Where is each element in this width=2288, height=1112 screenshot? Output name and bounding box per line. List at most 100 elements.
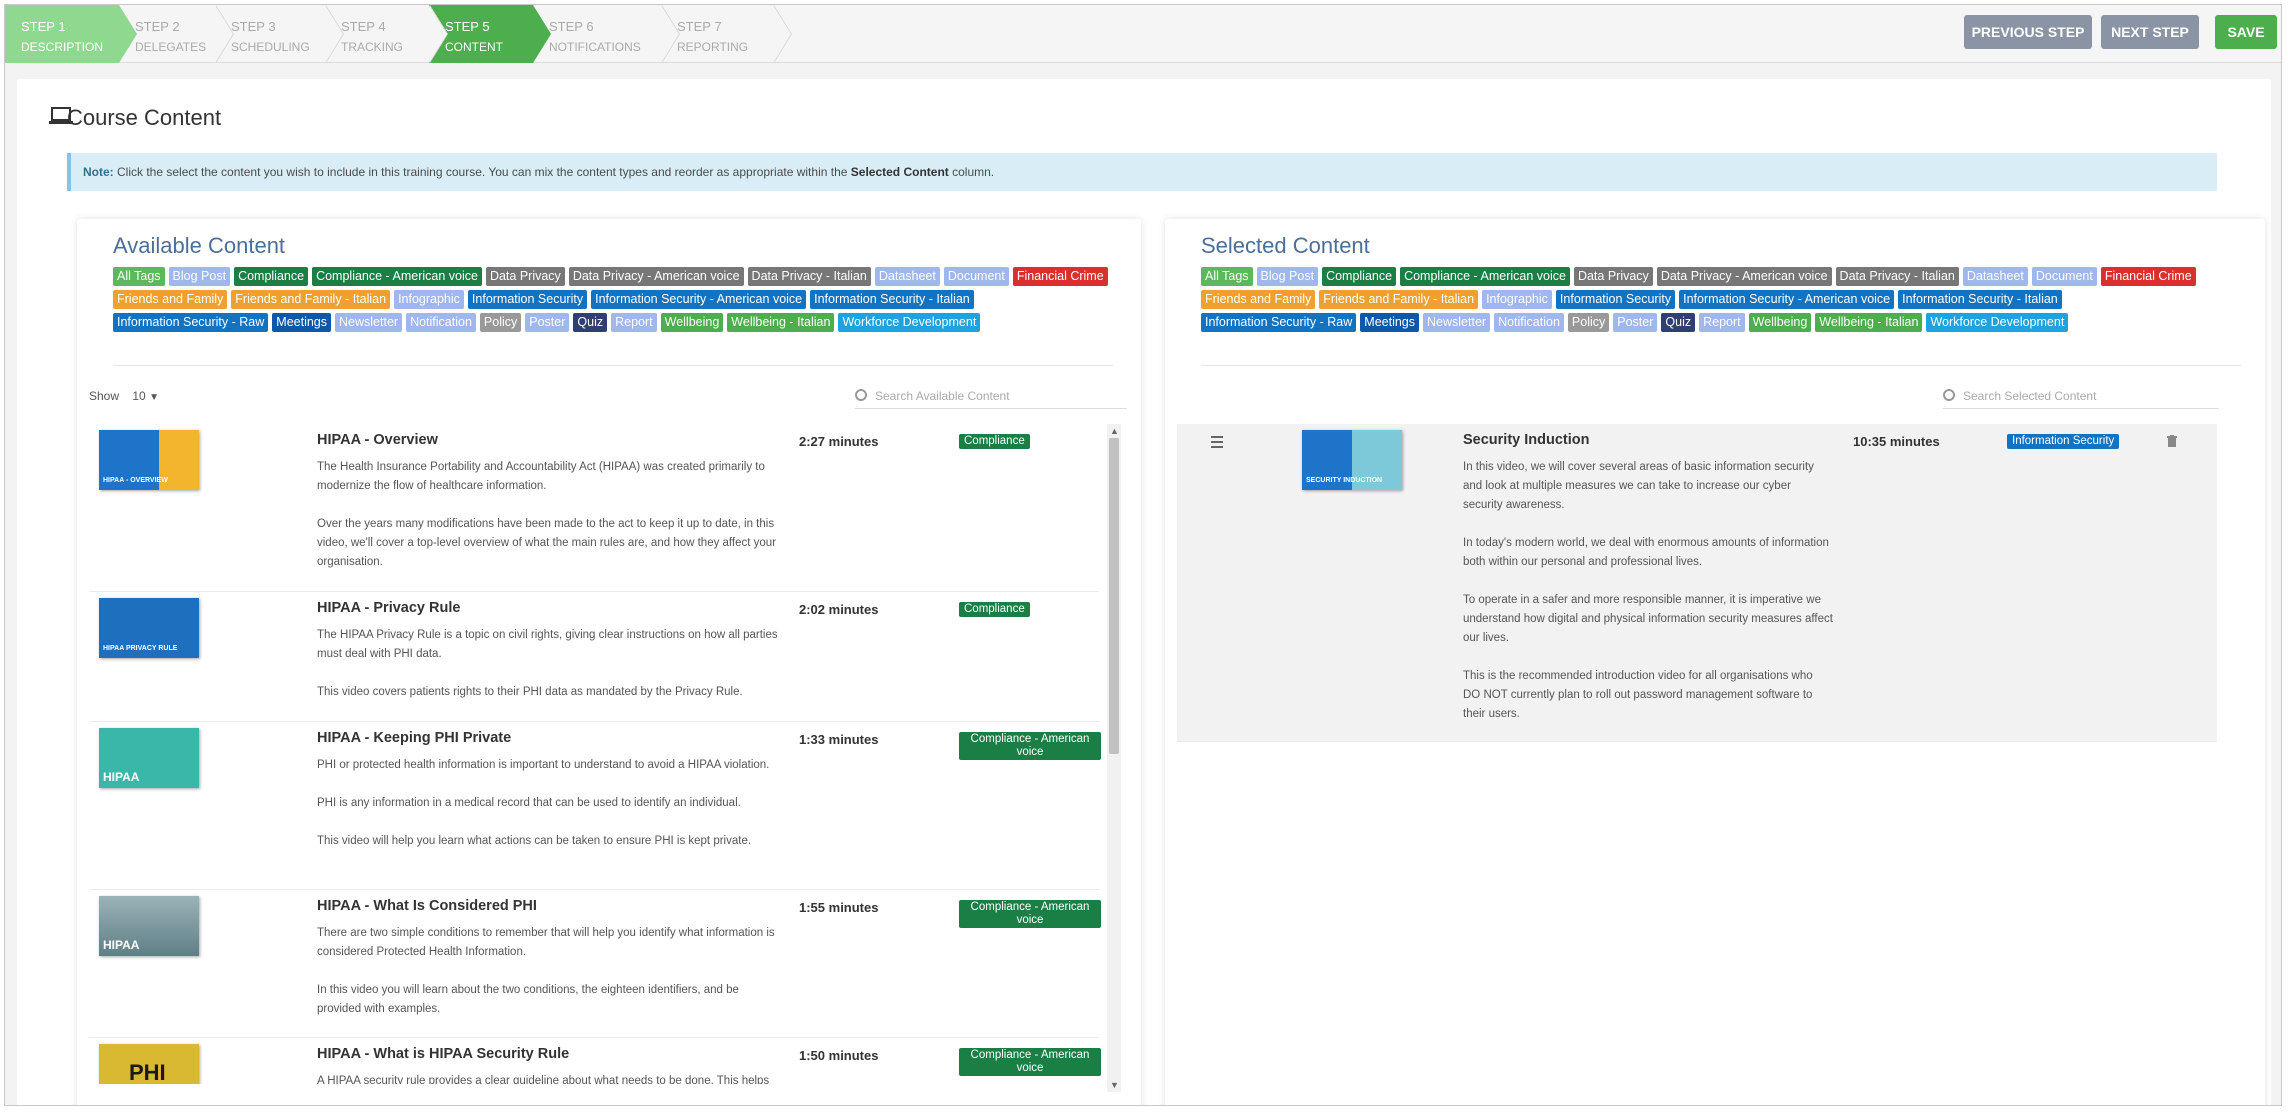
- content-description: The HIPAA Privacy Rule is a topic on civ…: [317, 626, 779, 721]
- tag-filter-wellbeing-italian[interactable]: Wellbeing - Italian: [1815, 313, 1923, 332]
- tag-filter-report[interactable]: Report: [1699, 313, 1745, 332]
- tag-filter-meetings[interactable]: Meetings: [1360, 313, 1420, 332]
- scroll-down-icon[interactable]: ▼: [1110, 1080, 1119, 1090]
- content-row[interactable]: PHI HIPAA - What is HIPAA Security Rule A …: [89, 1038, 1101, 1084]
- content-row[interactable]: HIPAA HIPAA - Keeping PHI Private PHI or p…: [89, 722, 1101, 890]
- step-number: STEP 4: [341, 19, 386, 34]
- tag-filter-information-security[interactable]: Information Security: [467, 290, 588, 309]
- step-label: NOTIFICATIONS: [549, 40, 641, 54]
- tag-filter-wellbeing[interactable]: Wellbeing: [1748, 313, 1812, 332]
- tag-filter-blog-post[interactable]: Blog Post: [168, 267, 231, 286]
- tag-filter-workforce-development[interactable]: Workforce Development: [1926, 313, 2069, 332]
- info-note: Note: Click the select the content you w…: [67, 153, 2217, 191]
- tag-filter-data-privacy-italian[interactable]: Data Privacy - Italian: [747, 267, 871, 286]
- content-title[interactable]: HIPAA - What Is Considered PHI: [317, 898, 537, 914]
- content-title[interactable]: Security Induction: [1463, 432, 1590, 448]
- scrollbar-thumb[interactable]: [1109, 438, 1119, 754]
- content-title[interactable]: HIPAA - Overview: [317, 432, 438, 448]
- next-step-button[interactable]: NEXT STEP: [2101, 15, 2199, 49]
- tag-filter-infographic[interactable]: Infographic: [1482, 290, 1552, 309]
- tag-filter-poster[interactable]: Poster: [525, 313, 570, 332]
- tag-filter-compliance[interactable]: Compliance: [1322, 267, 1397, 286]
- tag-filter-friends-and-family-italian[interactable]: Friends and Family - Italian: [1319, 290, 1479, 309]
- description-paragraph: PHI is any information in a medical reco…: [317, 797, 741, 809]
- content-duration: 2:27 minutes: [799, 434, 879, 449]
- tag-filter-newsletter[interactable]: Newsletter: [1423, 313, 1491, 332]
- tag-filter-data-privacy-american-voice[interactable]: Data Privacy - American voice: [1656, 267, 1832, 286]
- tag-filter-information-security-italian[interactable]: Information Security - Italian: [810, 290, 974, 309]
- step-label: CONTENT: [445, 40, 503, 54]
- tag-filter-datasheet[interactable]: Datasheet: [1962, 267, 2028, 286]
- content-duration: 1:50 minutes: [799, 1048, 879, 1063]
- content-row[interactable]: HIPAA HIPAA - What Is Considered PHI There…: [89, 890, 1101, 1038]
- scrollbar[interactable]: ▲ ▼: [1107, 424, 1121, 1092]
- scroll-up-icon[interactable]: ▲: [1110, 426, 1119, 436]
- content-thumbnail: HIPAA - OVERVIEW: [99, 430, 199, 490]
- drag-handle-icon[interactable]: [1211, 436, 1223, 451]
- tag-filter-notification[interactable]: Notification: [406, 313, 476, 332]
- selected-content-title: Selected Content: [1201, 233, 1370, 258]
- tag-filter-data-privacy-italian[interactable]: Data Privacy - Italian: [1835, 267, 1959, 286]
- search-available-input[interactable]: Search Available Content: [855, 383, 1127, 409]
- tag-filter-all-tags[interactable]: All Tags: [1201, 267, 1253, 286]
- thumbnail-label: SECURITY INDUCTION: [1306, 477, 1383, 484]
- trash-icon[interactable]: [2167, 434, 2177, 447]
- tag-filter-policy[interactable]: Policy: [1567, 313, 1610, 332]
- tag-filter-friends-and-family[interactable]: Friends and Family: [113, 290, 228, 309]
- save-button[interactable]: SAVE: [2215, 15, 2277, 49]
- tag-filter-document[interactable]: Document: [943, 267, 1009, 286]
- content-row[interactable]: HIPAA - OVERVIEW HIPAA - Overview The Heal…: [89, 424, 1099, 592]
- thumbnail-label: HIPAA - OVERVIEW: [103, 477, 168, 484]
- tag-filter-infographic[interactable]: Infographic: [394, 290, 464, 309]
- step-1-description[interactable]: STEP 1 DESCRIPTION: [5, 5, 137, 63]
- tag-filter-information-security-italian[interactable]: Information Security - Italian: [1898, 290, 2062, 309]
- content-title[interactable]: HIPAA - Keeping PHI Private: [317, 730, 511, 746]
- tag-filter-datasheet[interactable]: Datasheet: [874, 267, 940, 286]
- tag-filter-quiz[interactable]: Quiz: [1661, 313, 1696, 332]
- tag-filter-blog-post[interactable]: Blog Post: [1256, 267, 1319, 286]
- tag-filter-notification[interactable]: Notification: [1494, 313, 1564, 332]
- step-6-notifications[interactable]: STEP 6 NOTIFICATIONS: [533, 5, 680, 63]
- tag-filter-information-security[interactable]: Information Security: [1555, 290, 1676, 309]
- tag-filter-friends-and-family[interactable]: Friends and Family: [1201, 290, 1316, 309]
- content-description: There are two simple conditions to remem…: [317, 924, 779, 1038]
- tag-filter-workforce-development[interactable]: Workforce Development: [838, 313, 981, 332]
- tag-filter-poster[interactable]: Poster: [1613, 313, 1658, 332]
- tag-filter-newsletter[interactable]: Newsletter: [335, 313, 403, 332]
- tag-filter-all-tags[interactable]: All Tags: [113, 267, 165, 286]
- page-size-value: 10: [132, 389, 146, 403]
- tag-filter-wellbeing-italian[interactable]: Wellbeing - Italian: [727, 313, 835, 332]
- page-size-select[interactable]: 10 ▼: [132, 389, 159, 403]
- tag-filter-information-security-raw[interactable]: Information Security - Raw: [1201, 313, 1357, 332]
- tag-filter-information-security-american-voice[interactable]: Information Security - American voice: [1679, 290, 1895, 309]
- tag-filter-meetings[interactable]: Meetings: [272, 313, 332, 332]
- available-tag-filter: All Tags Blog Post Compliance Compliance - …: [113, 267, 1113, 336]
- tag-filter-information-security-raw[interactable]: Information Security - Raw: [113, 313, 269, 332]
- tag-filter-data-privacy[interactable]: Data Privacy: [485, 267, 565, 286]
- tag-filter-quiz[interactable]: Quiz: [573, 313, 608, 332]
- previous-step-button[interactable]: PREVIOUS STEP: [1964, 15, 2092, 49]
- tag-filter-information-security-american-voice[interactable]: Information Security - American voice: [591, 290, 807, 309]
- tag-filter-report[interactable]: Report: [611, 313, 657, 332]
- tag-filter-wellbeing[interactable]: Wellbeing: [660, 313, 724, 332]
- description-paragraph: In today's modern world, we deal with en…: [1463, 537, 1829, 568]
- content-title[interactable]: HIPAA - Privacy Rule: [317, 600, 460, 616]
- note-text: Click the select the content you wish to…: [113, 165, 851, 179]
- tag-filter-compliance[interactable]: Compliance: [234, 267, 309, 286]
- content-row[interactable]: SECURITY INDUCTION Security Induction In t…: [1177, 424, 2217, 742]
- tag-filter-compliance-american-voice[interactable]: Compliance - American voice: [1400, 267, 1570, 286]
- tag-filter-financial-crime[interactable]: Financial Crime: [2100, 267, 2196, 286]
- content-thumbnail: PHI: [99, 1044, 199, 1084]
- content-title[interactable]: HIPAA - What is HIPAA Security Rule: [317, 1046, 569, 1062]
- tag-filter-data-privacy[interactable]: Data Privacy: [1573, 267, 1653, 286]
- tag-filter-data-privacy-american-voice[interactable]: Data Privacy - American voice: [568, 267, 744, 286]
- content-row[interactable]: HIPAA PRIVACY RULE HIPAA - Privacy Rule Th…: [89, 592, 1099, 722]
- tag-filter-document[interactable]: Document: [2031, 267, 2097, 286]
- note-prefix: Note:: [83, 165, 114, 179]
- tag-filter-compliance-american-voice[interactable]: Compliance - American voice: [312, 267, 482, 286]
- search-selected-input[interactable]: Search Selected Content: [1943, 383, 2219, 409]
- tag-filter-financial-crime[interactable]: Financial Crime: [1012, 267, 1108, 286]
- tag-filter-friends-and-family-italian[interactable]: Friends and Family - Italian: [231, 290, 391, 309]
- tag-filter-policy[interactable]: Policy: [479, 313, 522, 332]
- content-description: A HIPAA security rule provides a clear g…: [317, 1072, 779, 1084]
